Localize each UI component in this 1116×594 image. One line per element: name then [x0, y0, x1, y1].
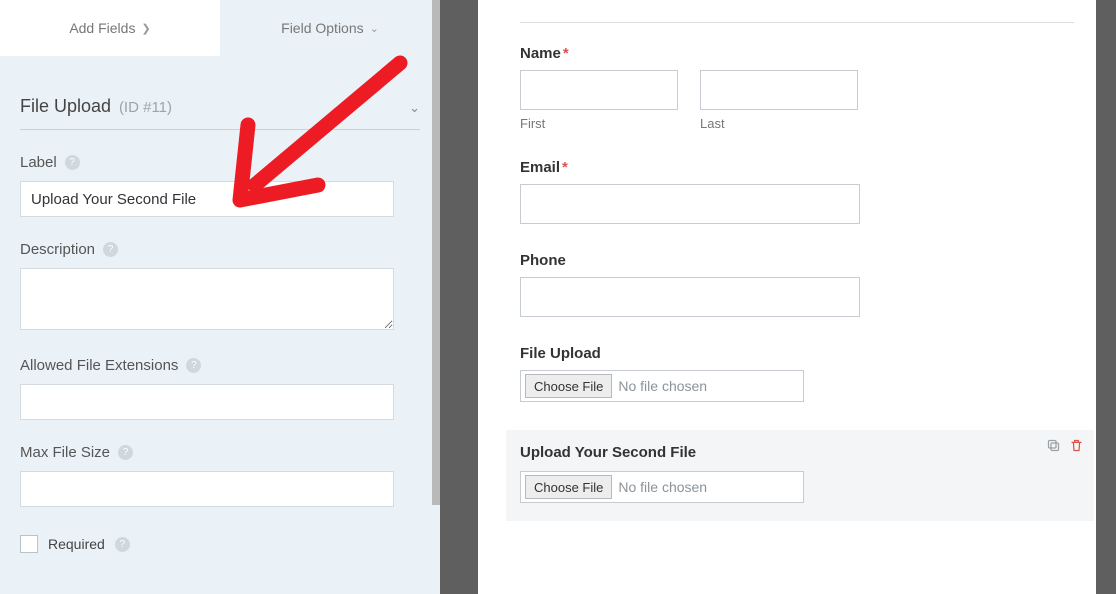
phone-input[interactable]: [520, 277, 860, 317]
tab-add-fields[interactable]: Add Fields ❯: [0, 0, 220, 56]
last-name-input[interactable]: [700, 70, 858, 110]
choose-file-button[interactable]: Choose File: [525, 475, 612, 499]
option-required[interactable]: Required ?: [20, 535, 420, 553]
required-star: *: [563, 45, 569, 62]
chevron-down-icon: ⌄: [409, 100, 420, 116]
panel-edge: [1096, 0, 1116, 594]
section-header[interactable]: File Upload (ID #11) ⌄: [20, 96, 420, 130]
section-title: File Upload: [20, 96, 111, 116]
option-label: Label ?: [20, 154, 420, 217]
maxsize-input[interactable]: [20, 471, 394, 507]
preview-phone-field[interactable]: Phone: [520, 252, 1080, 317]
tab-label: Add Fields: [69, 20, 135, 36]
preview-file1-field[interactable]: File Upload Choose File No file chosen: [520, 345, 1080, 402]
field-label: Phone: [520, 252, 566, 269]
sidebar-tabs: Add Fields ❯ Field Options ⌄: [0, 0, 440, 56]
label-input[interactable]: [20, 181, 394, 217]
divider: [520, 22, 1074, 23]
option-title: Max File Size: [20, 444, 110, 461]
option-title: Label: [20, 154, 57, 171]
email-input[interactable]: [520, 184, 860, 224]
description-input[interactable]: [20, 268, 394, 330]
scrollbar[interactable]: [432, 0, 440, 505]
form-preview: Name* First Last Email*: [478, 0, 1116, 594]
preview-email-field[interactable]: Email*: [520, 159, 1080, 224]
no-file-text: No file chosen: [618, 479, 707, 495]
trash-icon[interactable]: [1069, 438, 1084, 456]
section-id: (ID #11): [119, 99, 172, 116]
option-description: Description ?: [20, 241, 420, 333]
help-icon[interactable]: ?: [103, 242, 118, 257]
choose-file-button[interactable]: Choose File: [525, 374, 612, 398]
file-input[interactable]: Choose File No file chosen: [520, 370, 804, 402]
preview-file2-field[interactable]: Upload Your Second File Choose File No f…: [506, 430, 1094, 521]
field-label: Upload Your Second File: [520, 444, 696, 461]
preview-name-field[interactable]: Name* First Last: [520, 45, 1080, 131]
first-name-input[interactable]: [520, 70, 678, 110]
required-star: *: [562, 159, 568, 176]
chevron-right-icon: ❯: [141, 22, 150, 35]
chevron-down-icon: ⌄: [370, 22, 379, 35]
panel-divider: [440, 0, 478, 594]
extensions-input[interactable]: [20, 384, 394, 420]
duplicate-icon[interactable]: [1046, 438, 1061, 456]
option-extensions: Allowed File Extensions ?: [20, 357, 420, 420]
option-max-size: Max File Size ?: [20, 444, 420, 507]
help-icon[interactable]: ?: [118, 445, 133, 460]
sublabel: First: [520, 116, 678, 131]
sublabel: Last: [700, 116, 858, 131]
field-label: Email: [520, 159, 560, 176]
field-label: Name: [520, 45, 561, 62]
help-icon[interactable]: ?: [186, 358, 201, 373]
tab-label: Field Options: [281, 20, 363, 36]
required-checkbox[interactable]: [20, 535, 38, 553]
no-file-text: No file chosen: [618, 378, 707, 394]
help-icon[interactable]: ?: [65, 155, 80, 170]
option-title: Allowed File Extensions: [20, 357, 178, 374]
option-title: Required: [48, 536, 105, 552]
help-icon[interactable]: ?: [115, 537, 130, 552]
sidebar-panel: Add Fields ❯ Field Options ⌄ File Upload…: [0, 0, 440, 594]
file-input[interactable]: Choose File No file chosen: [520, 471, 804, 503]
option-title: Description: [20, 241, 95, 258]
tab-field-options[interactable]: Field Options ⌄: [220, 0, 440, 56]
field-label: File Upload: [520, 345, 601, 362]
